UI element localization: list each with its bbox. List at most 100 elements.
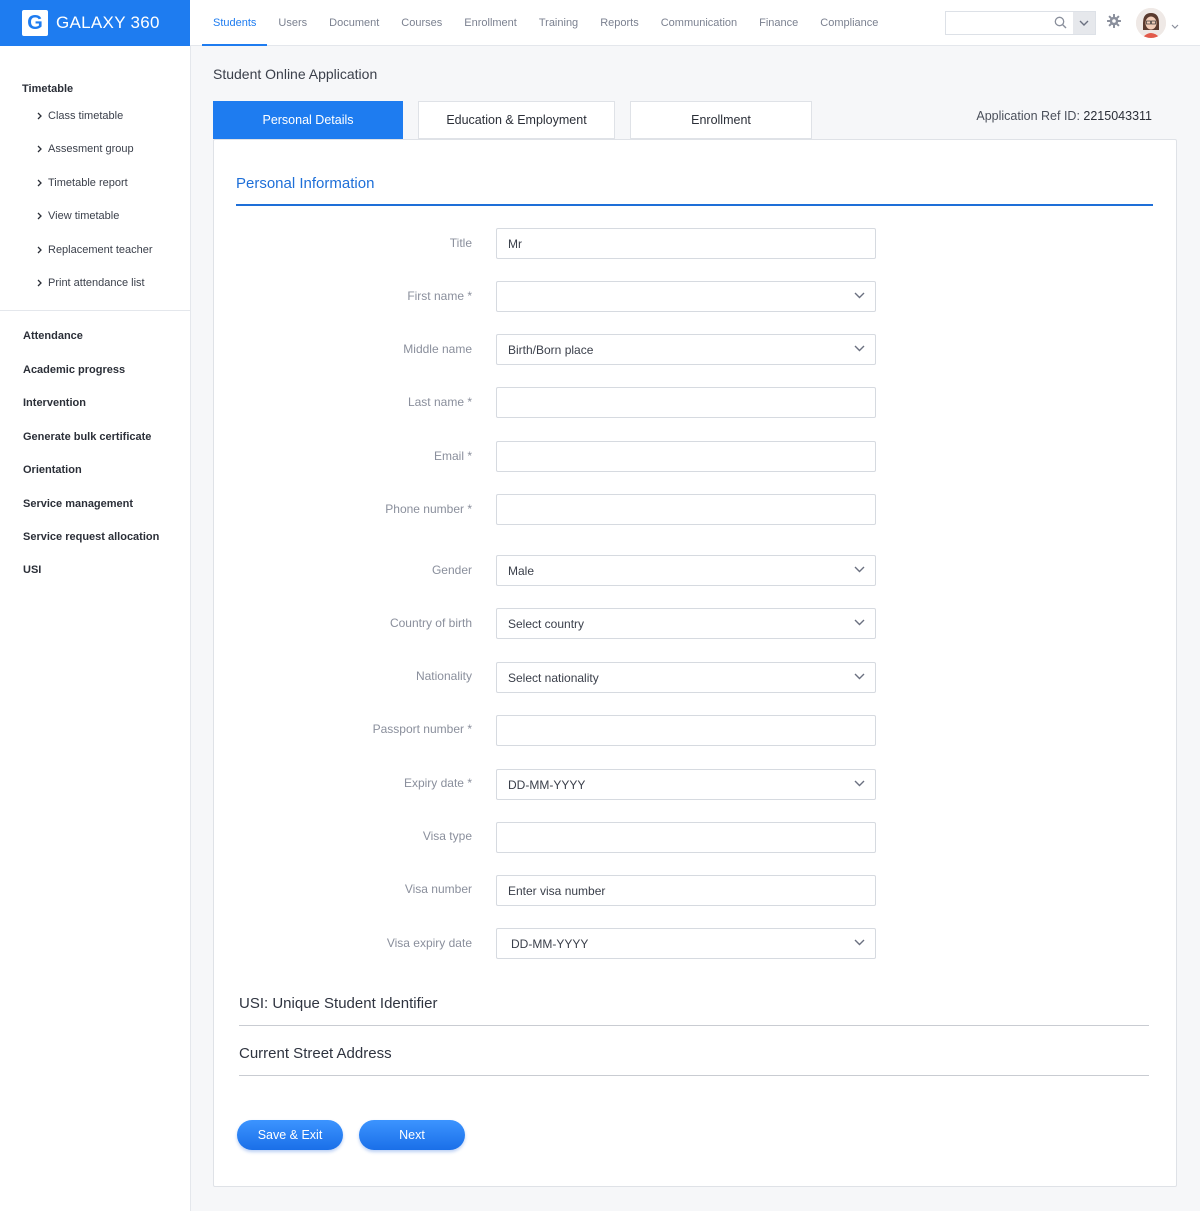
chevron-right-icon <box>37 212 42 220</box>
chevron-down-icon <box>854 292 865 299</box>
top-bar: Students Users Document Courses Enrollme… <box>190 0 1200 46</box>
first-name-select[interactable] <box>496 281 876 312</box>
visa-type-field[interactable] <box>496 822 876 853</box>
chevron-down-icon <box>854 673 865 680</box>
avatar-icon <box>1136 8 1166 38</box>
gear-icon[interactable] <box>1107 14 1121 33</box>
chevron-down-icon[interactable] <box>1171 17 1179 35</box>
sidebar-item-generate-bulk-certificate[interactable]: Generate bulk certificate <box>23 431 151 443</box>
country-of-birth-value: Select country <box>508 616 585 631</box>
nav-compliance[interactable]: Compliance <box>809 0 889 46</box>
chevron-right-icon <box>37 112 42 120</box>
section-current-street-address[interactable]: Current Street Address <box>239 1045 392 1062</box>
application-ref-label: Application Ref ID: <box>976 109 1080 123</box>
sidebar-item-label: Assesment group <box>48 143 134 155</box>
search-icon[interactable] <box>1054 16 1067 34</box>
nationality-label: Nationality <box>415 669 472 683</box>
save-exit-button[interactable]: Save & Exit <box>237 1120 343 1150</box>
user-avatar[interactable] <box>1136 8 1166 38</box>
tab-enrollment[interactable]: Enrollment <box>630 101 812 139</box>
nav-students[interactable]: Students <box>202 0 268 46</box>
sidebar-item-label: Class timetable <box>48 110 124 122</box>
sidebar-item-label: View timetable <box>48 210 120 222</box>
page-title: Student Online Application <box>213 66 378 82</box>
tab-personal-details[interactable]: Personal Details <box>213 101 403 139</box>
chevron-down-icon <box>854 345 865 352</box>
chevron-right-icon <box>37 246 42 254</box>
next-button[interactable]: Next <box>359 1120 465 1150</box>
sidebar-item-print-attendance-list[interactable]: Print attendance list <box>37 277 145 289</box>
chevron-down-icon <box>854 566 865 573</box>
sidebar-item-timetable-report[interactable]: Timetable report <box>37 177 128 189</box>
gender-value: Male <box>508 563 535 578</box>
title-field-value: Mr <box>508 236 522 251</box>
gender-label: Gender <box>431 563 472 577</box>
chevron-down-icon <box>854 780 865 787</box>
phone-number-label: Phone number * <box>385 502 472 516</box>
expiry-date-select[interactable]: DD-MM-YYYY <box>496 769 876 800</box>
chevron-down-icon <box>854 619 865 626</box>
sidebar-item-class-timetable[interactable]: Class timetable <box>37 110 123 122</box>
sidebar-item-view-timetable[interactable]: View timetable <box>37 210 119 222</box>
middle-name-label: Middle name <box>403 342 472 356</box>
app-logo[interactable]: G GALAXY 360 <box>0 0 190 46</box>
sidebar-item-orientation[interactable]: Orientation <box>23 464 82 476</box>
last-name-label: Last name * <box>407 395 472 409</box>
expiry-date-value: DD-MM-YYYY <box>508 777 586 792</box>
application-ref-value: 2215043311 <box>1083 109 1152 123</box>
visa-type-label: Visa type <box>422 829 472 843</box>
sidebar-item-attendance[interactable]: Attendance <box>23 330 83 342</box>
title-field[interactable]: Mr <box>496 228 876 259</box>
nationality-value: Select nationality <box>508 670 599 685</box>
form-card: Personal Information Title Mr First name… <box>213 139 1177 1187</box>
nav-communication[interactable]: Communication <box>650 0 748 46</box>
sidebar-item-academic-progress[interactable]: Academic progress <box>23 364 125 376</box>
visa-number-value: Enter visa number <box>508 883 606 898</box>
passport-number-label: Passport number * <box>372 722 472 736</box>
visa-number-label: Visa number <box>404 882 472 896</box>
sidebar: Timetable Class timetable Assesment grou… <box>0 46 191 1211</box>
email-field[interactable] <box>496 441 876 472</box>
section-usi[interactable]: USI: Unique Student Identifier <box>239 995 437 1012</box>
email-label: Email * <box>433 449 472 463</box>
chevron-down-icon <box>854 939 865 946</box>
logo-mark: G <box>22 10 48 36</box>
sidebar-item-assesment-group[interactable]: Assesment group <box>37 143 134 155</box>
middle-name-select[interactable]: Birth/Born place <box>496 334 876 365</box>
sidebar-item-replacement-teacher[interactable]: Replacement teacher <box>37 244 153 256</box>
sidebar-divider <box>0 310 190 311</box>
top-nav: Students Users Document Courses Enrollme… <box>202 0 889 46</box>
visa-expiry-date-value: DD-MM-YYYY <box>511 936 589 951</box>
nav-finance[interactable]: Finance <box>748 0 809 46</box>
gender-select[interactable]: Male <box>496 555 876 586</box>
section-divider <box>236 204 1153 206</box>
expiry-date-label: Expiry date * <box>403 776 472 790</box>
section-divider <box>239 1025 1149 1026</box>
nationality-select[interactable]: Select nationality <box>496 662 876 693</box>
nav-courses[interactable]: Courses <box>390 0 453 46</box>
sidebar-item-intervention[interactable]: Intervention <box>23 397 86 409</box>
passport-number-field[interactable] <box>496 715 876 746</box>
search-dropdown-button[interactable] <box>1073 12 1095 34</box>
sidebar-item-usi[interactable]: USI <box>23 564 41 576</box>
visa-number-field[interactable]: Enter visa number <box>496 875 876 906</box>
nav-enrollment[interactable]: Enrollment <box>453 0 528 46</box>
visa-expiry-date-select[interactable]: DD-MM-YYYY <box>496 928 876 959</box>
country-of-birth-label: Country of birth <box>389 616 472 630</box>
nav-training[interactable]: Training <box>528 0 589 46</box>
sidebar-item-label: Timetable report <box>48 177 128 189</box>
sidebar-item-label: Print attendance list <box>48 277 145 289</box>
last-name-field[interactable] <box>496 387 876 418</box>
title-label: Title <box>449 236 472 250</box>
nav-users[interactable]: Users <box>267 0 318 46</box>
sidebar-item-service-management[interactable]: Service management <box>23 498 133 510</box>
sidebar-item-service-request-allocation[interactable]: Service request allocation <box>23 531 159 543</box>
sidebar-group-timetable[interactable]: Timetable <box>22 83 73 95</box>
nav-document[interactable]: Document <box>318 0 390 46</box>
country-of-birth-select[interactable]: Select country <box>496 608 876 639</box>
chevron-right-icon <box>37 279 42 287</box>
tab-education-employment[interactable]: Education & Employment <box>418 101 615 139</box>
search-box <box>945 11 1096 35</box>
nav-reports[interactable]: Reports <box>589 0 650 46</box>
phone-number-field[interactable] <box>496 494 876 525</box>
